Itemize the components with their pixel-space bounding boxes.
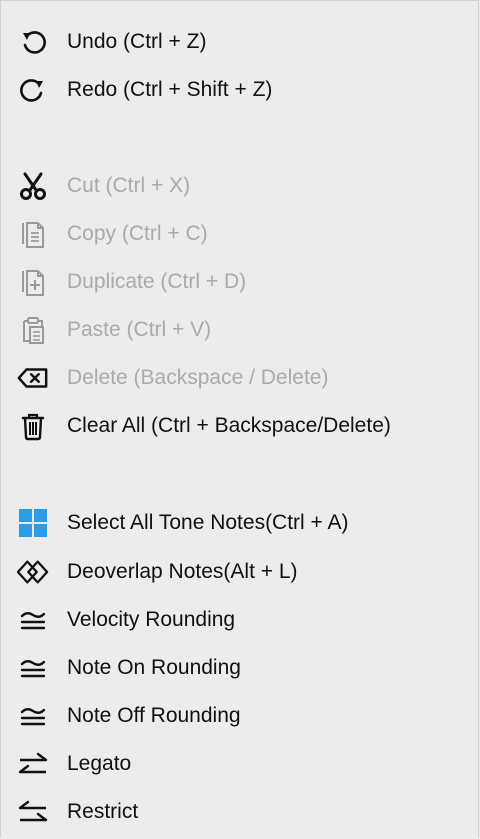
menu-item-label: Cut (Ctrl + X) [67,174,191,197]
paste-icon [17,314,49,346]
menu-item-paste[interactable]: Paste (Ctrl + V) [1,306,478,354]
duplicate-icon [17,266,49,298]
menu-item-note-off-rounding[interactable]: Note Off Rounding [1,692,478,740]
restrict-arrows-icon [17,796,49,828]
menu-item-label: Paste (Ctrl + V) [67,318,212,341]
menu-item-restrict[interactable]: Restrict [1,788,478,836]
menu-item-delete[interactable]: Delete (Backspace / Delete) [1,354,478,402]
menu-item-velocity-rounding[interactable]: Velocity Rounding [1,596,478,644]
trash-icon [17,410,49,442]
menu-item-label: Velocity Rounding [67,608,236,631]
menu-item-label: Note Off Rounding [67,704,241,727]
menu-item-label: Duplicate (Ctrl + D) [67,270,247,293]
undo-icon [17,26,49,58]
menu-item-label: Deoverlap Notes(Alt + L) [67,560,298,583]
menu-item-cut[interactable]: Cut (Ctrl + X) [1,162,478,210]
menu-item-deoverlap-notes[interactable]: Deoverlap Notes(Alt + L) [1,548,478,596]
menu-item-clear-all[interactable]: Clear All (Ctrl + Backspace/Delete) [1,402,478,450]
approx-equal-icon [17,700,49,732]
menu-item-duplicate[interactable]: Duplicate (Ctrl + D) [1,258,478,306]
context-menu: Undo (Ctrl + Z) Redo (Ctrl + Shift + Z) … [0,0,479,838]
menu-item-redo[interactable]: Redo (Ctrl + Shift + Z) [1,66,478,114]
menu-item-label: Redo (Ctrl + Shift + Z) [67,78,273,101]
deoverlap-icon [17,556,49,588]
menu-item-note-on-rounding[interactable]: Note On Rounding [1,644,478,692]
menu-item-select-all-tone-notes[interactable]: Select All Tone Notes(Ctrl + A) [1,499,478,547]
legato-arrows-icon [17,748,49,780]
menu-item-legato[interactable]: Legato [1,740,478,788]
menu-item-label: Note On Rounding [67,656,241,679]
menu-item-label: Select All Tone Notes(Ctrl + A) [67,511,349,534]
menu-item-label: Copy (Ctrl + C) [67,222,208,245]
approx-equal-icon [17,652,49,684]
approx-equal-icon [17,604,49,636]
menu-item-label: Legato [67,752,132,775]
menu-item-label: Undo (Ctrl + Z) [67,30,207,53]
menu-item-undo[interactable]: Undo (Ctrl + Z) [1,18,478,66]
menu-item-label: Restrict [67,800,139,823]
menu-item-copy[interactable]: Copy (Ctrl + C) [1,210,478,258]
backspace-icon [17,362,49,394]
scissors-icon [17,170,49,202]
copy-icon [17,218,49,250]
select-all-grid-icon [17,507,49,539]
menu-item-label: Delete (Backspace / Delete) [67,366,329,389]
menu-item-label: Clear All (Ctrl + Backspace/Delete) [67,414,391,437]
redo-icon [17,74,49,106]
